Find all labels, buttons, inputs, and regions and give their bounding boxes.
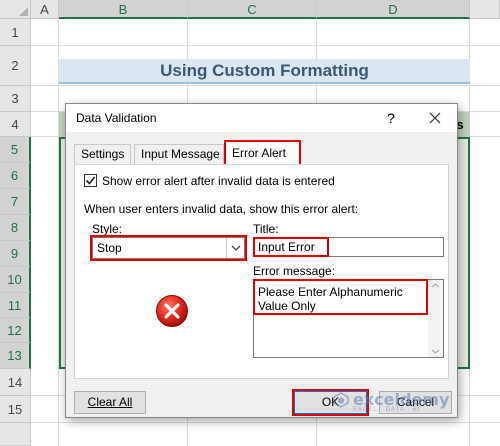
exceldemy-logo-icon (333, 392, 349, 408)
row-header-16[interactable] (0, 423, 31, 446)
row-header-4[interactable]: 4 (0, 112, 31, 137)
tab-error-alert[interactable]: Error Alert (224, 140, 301, 166)
error-alert-panel: Show error alert after invalid data is e… (74, 164, 449, 379)
row-header-1[interactable]: 1 (0, 19, 31, 46)
style-label: Style: (92, 222, 123, 236)
row-header-11[interactable]: 11 (0, 293, 31, 318)
scroll-arrows-icon (431, 283, 440, 354)
row-header-13[interactable]: 13 (0, 343, 31, 369)
row-header-15[interactable]: 15 (0, 396, 31, 423)
row-header-10[interactable]: 10 (0, 267, 31, 293)
style-value: Stop (97, 241, 122, 255)
column-header-b[interactable]: B (59, 0, 188, 19)
tab-settings[interactable]: Settings (74, 144, 131, 164)
stop-error-icon (155, 294, 189, 328)
data-validation-dialog: Data Validation ? Settings Input Message… (65, 103, 458, 418)
exceldemy-watermark: exceldemy EXCEL · DATA · BI (333, 390, 453, 416)
close-button[interactable] (422, 107, 448, 129)
select-all-corner[interactable] (0, 0, 31, 19)
column-header-d[interactable]: D (317, 0, 470, 19)
row-header-14[interactable]: 14 (0, 369, 31, 396)
row-header-5[interactable]: 5 (0, 137, 31, 163)
column-header-c[interactable]: C (188, 0, 317, 19)
dropdown-arrow[interactable] (226, 238, 244, 258)
column-header-a[interactable]: A (31, 0, 59, 19)
error-message-label: Error message: (253, 264, 336, 278)
row-header-3[interactable]: 3 (0, 86, 31, 112)
row-header-12[interactable]: 12 (0, 318, 31, 343)
checkmark-icon (85, 176, 96, 185)
sheet-title: Using Custom Formatting (59, 59, 470, 84)
error-message-textarea[interactable]: Please Enter Alphanumeric Value Only (253, 279, 444, 358)
row-header-8[interactable]: 8 (0, 215, 31, 241)
chevron-down-icon (231, 245, 241, 251)
close-icon (429, 112, 441, 124)
row-header-9[interactable]: 9 (0, 241, 31, 267)
column-header-e[interactable] (470, 0, 500, 19)
show-error-checkbox[interactable] (84, 174, 97, 187)
row-header-6[interactable]: 6 (0, 163, 31, 189)
dialog-titlebar[interactable]: Data Validation ? (66, 104, 457, 132)
title-input-value: Input Error (258, 240, 315, 254)
row-header-7[interactable]: 7 (0, 189, 31, 215)
title-label: Title: (253, 222, 279, 236)
error-message-value: Please Enter Alphanumeric Value Only (258, 285, 403, 313)
dialog-title: Data Validation (76, 111, 157, 125)
show-error-label[interactable]: Show error alert after invalid data is e… (102, 174, 335, 188)
style-dropdown[interactable]: Stop (90, 235, 247, 261)
watermark-tagline: EXCEL · DATA · BI (353, 407, 421, 413)
clear-all-button[interactable]: Clear All (74, 391, 146, 414)
title-input[interactable]: Input Error (253, 237, 444, 257)
tab-input-message[interactable]: Input Message (134, 144, 224, 164)
textarea-scrollbar[interactable] (428, 280, 443, 357)
help-button[interactable]: ? (379, 107, 403, 129)
row-header-2[interactable]: 2 (0, 46, 31, 86)
invalid-data-subtitle: When user enters invalid data, show this… (84, 202, 359, 216)
